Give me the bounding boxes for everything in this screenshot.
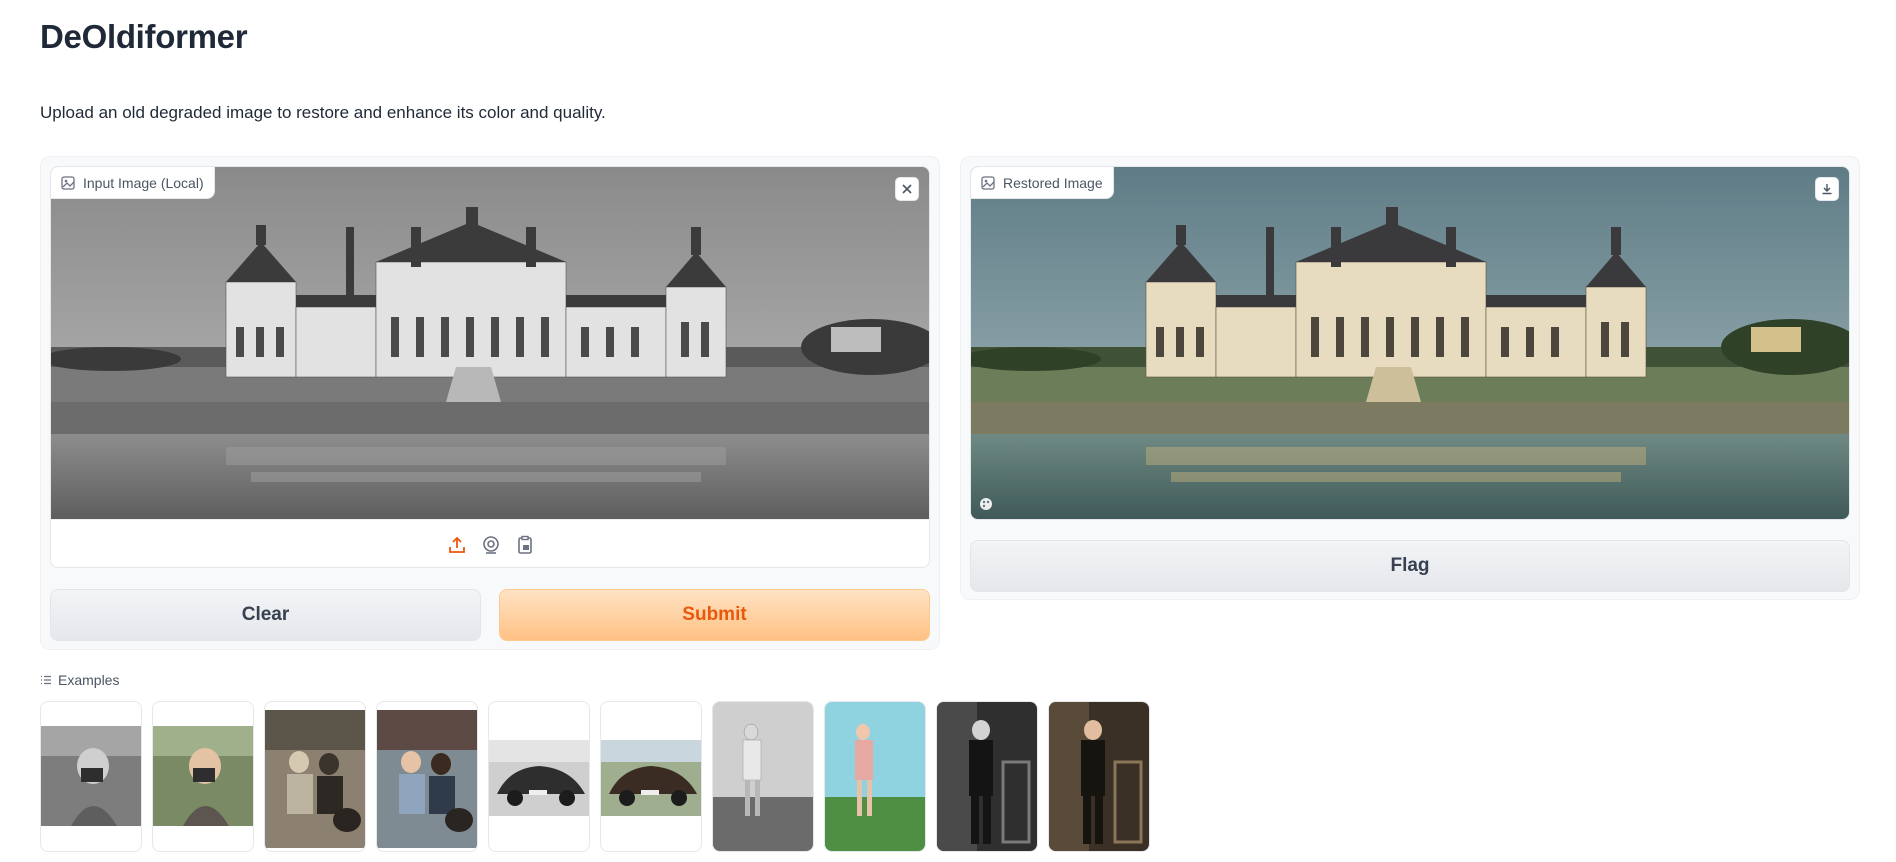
input-image — [51, 167, 929, 519]
flag-button[interactable]: Flag — [970, 540, 1850, 592]
clipboard-source-button[interactable] — [514, 534, 536, 556]
app-title: DeOldiformer — [40, 18, 248, 55]
palette-icon — [980, 498, 992, 510]
restored-image — [971, 167, 1849, 519]
download-button[interactable] — [1815, 177, 1839, 201]
upload-source-button[interactable] — [446, 534, 468, 556]
restored-image-block: Restored Image — [970, 166, 1850, 520]
input-image-label-chip: Input Image (Local) — [51, 167, 215, 199]
list-icon — [41, 675, 51, 685]
example-thumb[interactable] — [936, 701, 1038, 852]
clipboard-icon — [518, 535, 532, 554]
upload-icon — [449, 536, 465, 553]
output-panel: Restored Image Flag — [960, 156, 1860, 600]
example-thumb[interactable] — [488, 701, 590, 852]
clear-button[interactable]: Clear — [50, 589, 481, 641]
download-icon — [1822, 184, 1832, 195]
app-description: Upload an old degraded image to restore … — [40, 103, 606, 122]
submit-button[interactable]: Submit — [499, 589, 930, 641]
close-icon — [902, 184, 912, 194]
example-thumb[interactable] — [376, 701, 478, 852]
example-thumb[interactable] — [152, 701, 254, 852]
restored-image-label: Restored Image — [1003, 174, 1103, 191]
restored-image-label-chip: Restored Image — [971, 167, 1114, 199]
webcam-icon — [483, 535, 499, 554]
example-thumb[interactable] — [264, 701, 366, 852]
input-image-label: Input Image (Local) — [83, 174, 204, 191]
image-source-selector — [51, 519, 929, 567]
example-thumb[interactable] — [1048, 701, 1150, 852]
input-image-block[interactable]: Input Image (Local) — [50, 166, 930, 568]
input-panel: Input Image (Local) Clear Submit — [40, 156, 940, 650]
examples-label: Examples — [58, 672, 120, 688]
webcam-source-button[interactable] — [480, 534, 502, 556]
example-thumb[interactable] — [40, 701, 142, 852]
examples-header: Examples — [40, 672, 119, 688]
remove-image-button[interactable] — [895, 177, 919, 201]
example-thumb[interactable] — [824, 701, 926, 852]
image-icon — [61, 175, 75, 190]
example-thumb[interactable] — [712, 701, 814, 852]
example-thumb[interactable] — [600, 701, 702, 852]
image-icon — [981, 175, 995, 190]
